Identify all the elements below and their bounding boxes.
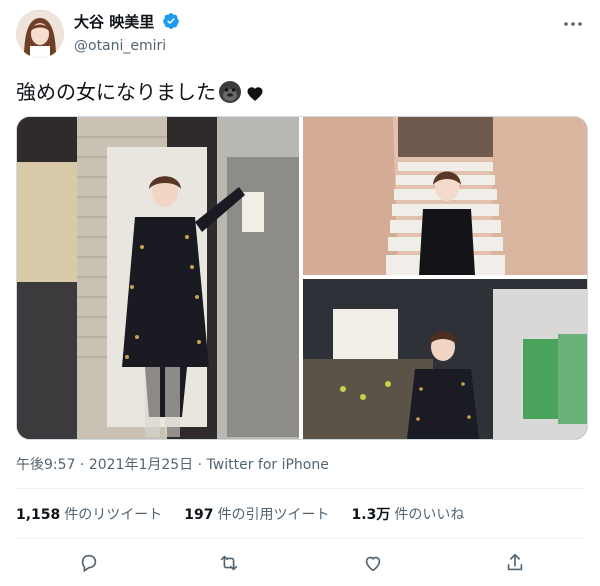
share-icon[interactable]	[502, 550, 528, 576]
like-label: 件のいいね	[394, 507, 465, 523]
avatar[interactable]	[16, 10, 64, 58]
tweet-text: 強めの女になりました	[16, 79, 264, 105]
tweet-source[interactable]: Twitter for iPhone	[207, 457, 329, 473]
retweet-icon[interactable]	[216, 550, 242, 576]
quote-stat[interactable]: 197 件の引用ツイート	[184, 505, 329, 525]
meta-separator: ·	[79, 457, 85, 473]
like-icon[interactable]	[360, 550, 386, 576]
tweet-time[interactable]: 午後9:57	[16, 457, 75, 473]
photo-1[interactable]	[17, 117, 299, 439]
tweet-stats: 1,158 件のリツイート 197 件の引用ツイート 1.3万 件のいいね	[16, 505, 486, 525]
verified-badge-icon	[162, 12, 180, 34]
more-options-icon[interactable]	[562, 16, 584, 32]
tweet-actions	[16, 550, 584, 576]
media-grid	[16, 116, 588, 440]
user-names: 大谷 映美里 @otani_emiri	[74, 12, 180, 56]
black-heart-icon	[246, 83, 264, 102]
display-name[interactable]: 大谷 映美里	[74, 12, 154, 32]
meta-separator-2: ·	[197, 457, 203, 473]
quote-label: 件の引用ツイート	[217, 507, 330, 523]
user-handle[interactable]: @otani_emiri	[74, 36, 180, 56]
retweet-label: 件のリツイート	[64, 507, 163, 523]
photo-2[interactable]	[303, 117, 587, 275]
divider-top	[16, 488, 584, 489]
tweet-header: 大谷 映美里 @otani_emiri	[16, 10, 584, 60]
like-count: 1.3万	[351, 507, 391, 523]
quote-count: 197	[184, 507, 214, 523]
reply-icon[interactable]	[76, 550, 102, 576]
gorilla-emoji-icon	[218, 80, 242, 104]
photo-3[interactable]	[303, 279, 587, 439]
retweet-count: 1,158	[16, 507, 61, 523]
tweet-body: 強めの女になりました	[16, 80, 216, 104]
tweet-date[interactable]: 2021年1月25日	[89, 457, 193, 473]
retweet-stat[interactable]: 1,158 件のリツイート	[16, 505, 162, 525]
divider-bottom	[16, 538, 584, 539]
like-stat[interactable]: 1.3万 件のいいね	[352, 505, 465, 525]
tweet-meta: 午後9:57 · 2021年1月25日 · Twitter for iPhone	[16, 456, 329, 474]
